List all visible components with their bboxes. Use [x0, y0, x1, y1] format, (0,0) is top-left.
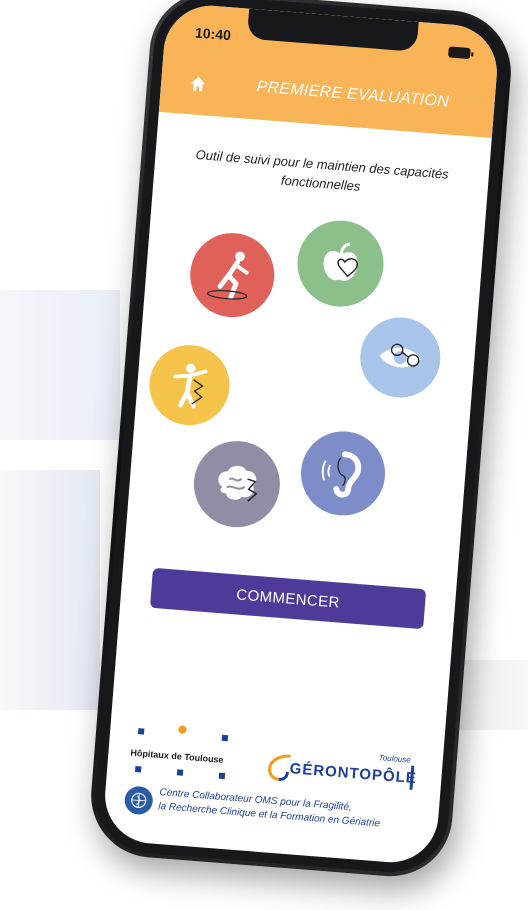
psychology-circle — [146, 342, 233, 429]
nutrition-circle — [294, 217, 387, 310]
psychology-icon — [173, 363, 208, 409]
who-emblem-icon — [123, 785, 154, 816]
nutrition-icon — [323, 242, 358, 281]
partner-logos: Hôpitaux de Toulouse Toulouse GÉRONTOPÔL… — [102, 720, 444, 866]
phone-mockup: 10:40 PREMIERE EVALUATION Outil de suivi… — [0, 0, 528, 910]
mobility-circle — [187, 229, 278, 321]
vision-icon — [379, 343, 421, 368]
gerontopole-logo: Toulouse GÉRONTOPÔLE — [266, 737, 420, 805]
gerontopole-name: GÉRONTOPÔLE — [289, 760, 418, 788]
hearing-icon — [321, 450, 361, 498]
vision-circle — [357, 314, 444, 401]
hearing-circle — [297, 428, 389, 519]
phone-frame: 10:40 PREMIERE EVALUATION Outil de suivi… — [86, 0, 516, 881]
cognition-circle — [190, 437, 284, 531]
mobility-icon — [206, 251, 249, 300]
cognition-icon — [218, 465, 258, 502]
gerontopole-city: Toulouse — [378, 753, 412, 765]
hospital-name: Hôpitaux de Toulouse — [130, 747, 224, 765]
phone-screen: 10:40 PREMIERE EVALUATION Outil de suivi… — [101, 2, 501, 866]
hospital-logo: Hôpitaux de Toulouse — [129, 722, 253, 787]
